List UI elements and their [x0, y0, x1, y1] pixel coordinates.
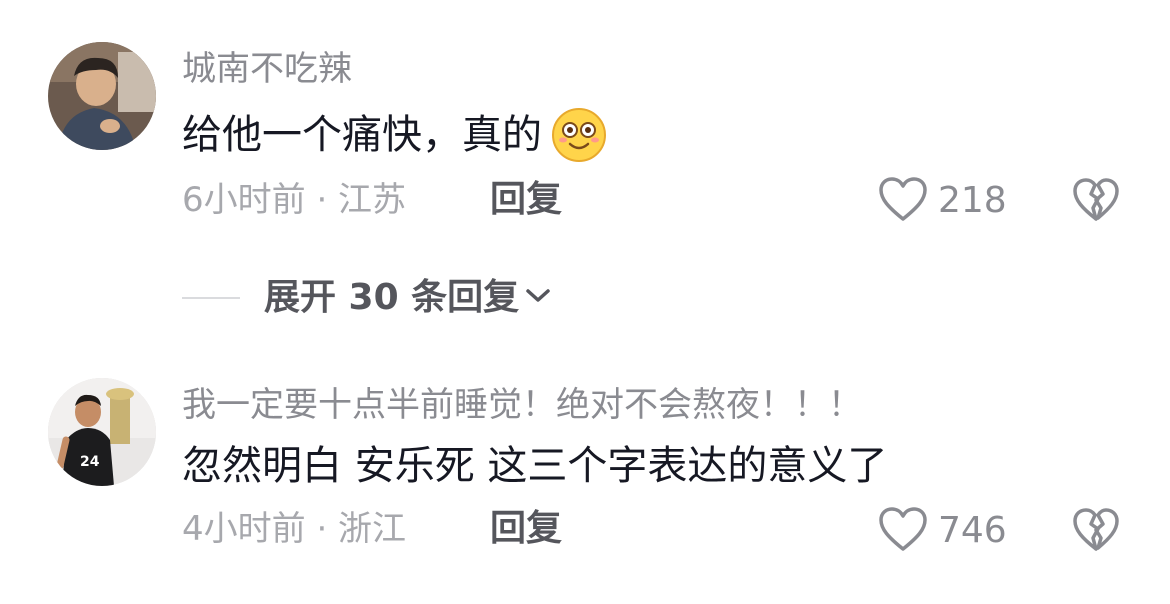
comment-item: 24 我一定要十点半前睡觉！绝对不会熬夜！！！ 忽然明白 安乐死 这三个字表达的… — [0, 340, 1170, 604]
divider-line — [182, 297, 240, 299]
dislike-button[interactable] — [1072, 508, 1120, 556]
comment-item: 城南不吃辣 给他一个痛快，真的 6小时前 · 江苏 回复 218 — [0, 0, 1170, 260]
broken-heart-icon — [1072, 508, 1120, 556]
like-count: 746 — [938, 510, 1007, 551]
comment-meta: 4小时前 · 浙江 — [182, 509, 407, 549]
like-button[interactable]: 218 — [878, 176, 1007, 226]
reply-button[interactable]: 回复 — [490, 511, 562, 547]
chevron-down-icon — [525, 287, 551, 309]
avatar[interactable]: 24 — [48, 378, 156, 486]
comment-text-body: 给他一个痛快，真的 — [182, 112, 542, 158]
heart-outline-icon — [878, 506, 928, 556]
like-button[interactable]: 746 — [878, 506, 1007, 556]
svg-text:24: 24 — [80, 454, 100, 470]
blushing-smile-emoji-icon — [550, 106, 608, 164]
avatar[interactable] — [48, 42, 156, 150]
comment-meta: 6小时前 · 江苏 — [182, 180, 407, 220]
comment-text: 忽然明白 安乐死 这三个字表达的意义了 — [182, 446, 887, 486]
username[interactable]: 我一定要十点半前睡觉！绝对不会熬夜！！！ — [182, 388, 862, 422]
dislike-button[interactable] — [1072, 178, 1120, 226]
expand-replies-label: 展开 30 条回复 — [264, 277, 520, 318]
like-count: 218 — [938, 180, 1007, 221]
reply-button[interactable]: 回复 — [490, 182, 562, 218]
comment-text-body: 忽然明白 安乐死 这三个字表达的意义了 — [182, 443, 888, 489]
expand-replies-button[interactable]: 展开 30 条回复 — [182, 280, 551, 316]
broken-heart-icon — [1072, 178, 1120, 226]
heart-outline-icon — [878, 176, 928, 226]
comment-text: 给他一个痛快，真的 — [182, 106, 608, 164]
username[interactable]: 城南不吃辣 — [182, 52, 352, 86]
